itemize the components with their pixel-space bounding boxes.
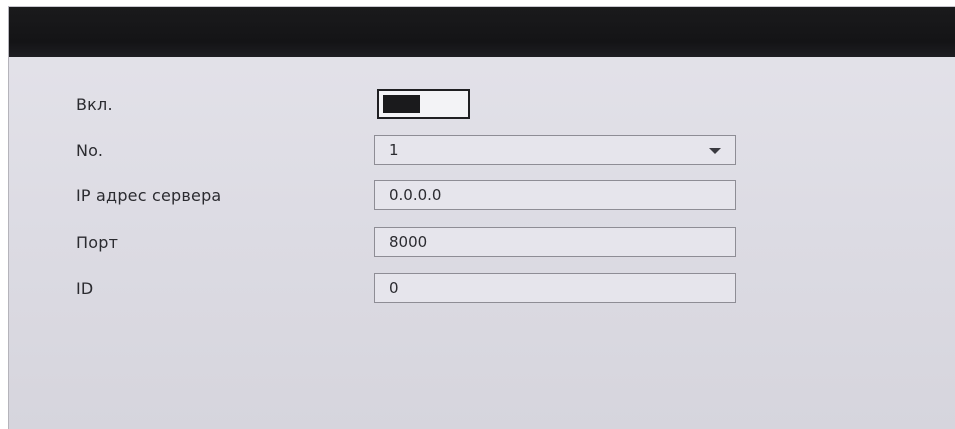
- row-server-ip: IP адрес сервера 0.0.0.0: [9, 180, 955, 212]
- enable-label: Вкл.: [76, 95, 113, 114]
- server-ip-label: IP адрес сервера: [76, 186, 222, 205]
- id-label: ID: [76, 279, 94, 298]
- server-ip-input[interactable]: 0.0.0.0: [374, 180, 736, 210]
- settings-panel: Вкл. No. 1 IP адрес сервера 0.0.0.0 Порт…: [8, 6, 955, 429]
- number-select-value: 1: [389, 141, 399, 159]
- port-label: Порт: [76, 233, 119, 252]
- server-ip-value: 0.0.0.0: [389, 186, 442, 204]
- toggle-knob: [383, 95, 420, 113]
- row-number: No. 1: [9, 135, 955, 167]
- enable-toggle[interactable]: [377, 89, 470, 119]
- port-value: 8000: [389, 233, 428, 251]
- id-value: 0: [389, 279, 399, 297]
- row-port: Порт 8000: [9, 227, 955, 259]
- row-enable: Вкл.: [9, 89, 955, 121]
- number-label: No.: [76, 141, 104, 160]
- row-id: ID 0: [9, 273, 955, 305]
- number-select[interactable]: 1: [374, 135, 736, 165]
- port-input[interactable]: 8000: [374, 227, 736, 257]
- chevron-down-icon: [709, 148, 721, 154]
- title-bar: [9, 7, 955, 57]
- id-input[interactable]: 0: [374, 273, 736, 303]
